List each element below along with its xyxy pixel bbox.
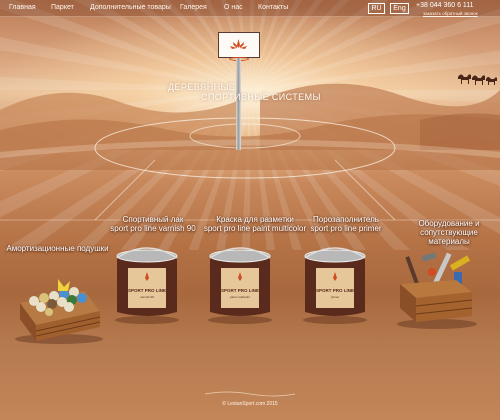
product-paint-subtitle: sport pro line paint multicolor [203,224,307,233]
product-varnish-title: Спортивный лак [122,215,184,224]
primer-can-image[interactable]: SPORT PRO LINE primer [300,244,370,324]
product-primer-subtitle: sport pro line primer [310,224,382,233]
shock-pads-crate-image[interactable] [14,265,104,345]
product-paint-label[interactable]: Краска для разметки sport pro line paint… [200,215,310,233]
varnish-can-name: varnish 90 [140,295,154,299]
product-primer-title: Порозаполнитель [313,215,379,224]
callback-link[interactable]: заказать обратный звонок [423,11,478,16]
varnish-can-image[interactable]: SPORT PRO LINE varnish 90 [112,244,182,324]
paint-can-image[interactable]: SPORT PRO LINE paint multicolor [205,244,275,324]
camel-silhouettes [458,74,497,85]
lang-eng-button[interactable]: Eng [390,3,409,14]
hero-title-line1: ДЕРЕВЯННЫЕ [168,82,236,92]
product-paint-title: Краска для разметки [216,215,294,224]
basketball-backboard [218,32,260,58]
product-equipment-label[interactable]: Оборудование и сопутствующие материалы [400,219,498,246]
primer-can-name: primer [331,295,340,299]
product-equipment-title: Оборудование и сопутствующие материалы [418,219,480,246]
page: Главная Паркет Дополнительные товары Гал… [0,0,500,420]
paint-can-brand: SPORT PRO LINE [221,288,259,293]
footer-copyright: © LestanSport.com 2015 [222,401,278,407]
primer-can-brand: SPORT PRO LINE [316,288,354,293]
varnish-can-brand: SPORT PRO LINE [128,288,166,293]
toolbox-image[interactable] [392,250,482,330]
product-varnish-subtitle: sport pro line varnish 90 [110,224,196,233]
nav-home[interactable]: Главная [9,4,36,11]
phone-number: +38 044 360 6 111 [416,2,474,9]
basketball-pole [236,58,241,150]
tools [405,252,471,286]
lestan-logo-icon [230,39,247,49]
nav-parquet[interactable]: Паркет [51,4,74,11]
hero-title-line2: СПОРТИВНЫЕ СИСТЕМЫ [201,92,321,102]
lang-ru-button[interactable]: RU [368,3,385,14]
nav-contacts[interactable]: Контакты [258,4,288,11]
nav-about[interactable]: О нас [224,4,243,11]
nav-additional-products[interactable]: Дополнительные товары [90,4,171,11]
nav-gallery[interactable]: Галерея [180,4,207,11]
product-primer-label[interactable]: Порозаполнитель sport pro line primer [302,215,390,233]
hero-title: ДЕРЕВЯННЫЕ СПОРТИВНЫЕ СИСТЕМЫ [168,82,328,102]
product-varnish-label[interactable]: Спортивный лак sport pro line varnish 90 [108,215,198,233]
product-pads-label[interactable]: Амортизационные подушки [5,244,110,253]
paint-can-name: paint multicolor [230,295,250,299]
product-pads-title: Амортизационные подушки [6,244,109,253]
footer-divider [205,391,295,397]
